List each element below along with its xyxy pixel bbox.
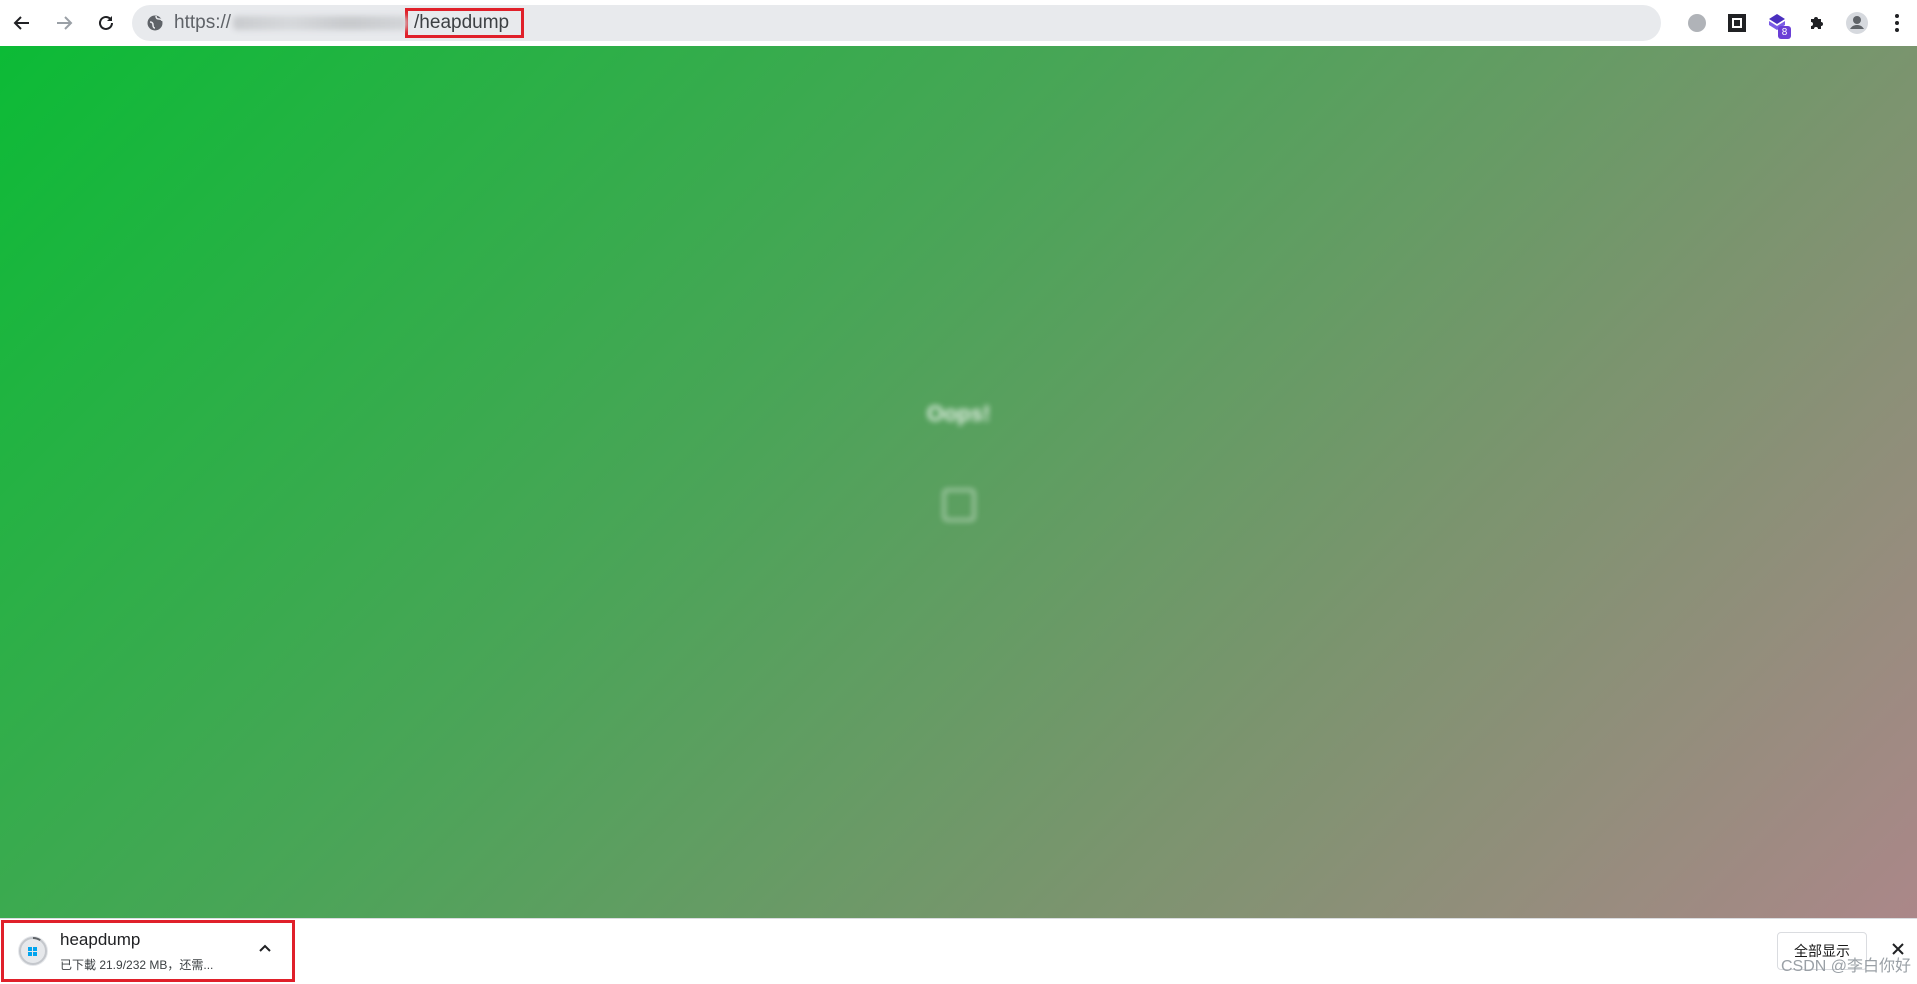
error-block: Oops! xyxy=(0,401,1917,526)
download-shelf: heapdump 已下載 21.9/232 MB，还需... 全部显示 CSDN… xyxy=(0,918,1917,984)
download-text: heapdump 已下載 21.9/232 MB，还需... xyxy=(60,930,213,973)
qr-square-icon xyxy=(1728,14,1746,32)
address-bar[interactable]: https:// /heapdump xyxy=(132,5,1661,41)
chevron-up-icon[interactable] xyxy=(258,943,272,953)
back-button[interactable] xyxy=(2,3,42,43)
profile-button[interactable] xyxy=(1837,3,1877,43)
extension-circle-button[interactable] xyxy=(1677,3,1717,43)
download-status: 已下載 21.9/232 MB，还需... xyxy=(60,957,214,972)
kebab-menu-icon xyxy=(1895,14,1899,32)
extensions-button[interactable] xyxy=(1797,3,1837,43)
download-file-name: heapdump xyxy=(60,929,141,949)
extension-hexagon-button[interactable]: 8 xyxy=(1757,3,1797,43)
reload-button[interactable] xyxy=(86,3,126,43)
download-item[interactable]: heapdump 已下載 21.9/232 MB，还需... xyxy=(1,920,295,982)
watermark-text: CSDN @李白你好 xyxy=(1780,958,1911,975)
circle-icon xyxy=(1688,14,1706,32)
download-progress-icon xyxy=(18,936,48,966)
globe-icon[interactable] xyxy=(146,14,164,32)
browser-toolbar: https:// /heapdump 8 xyxy=(0,0,1917,46)
return-home-button[interactable] xyxy=(942,489,975,521)
profile-icon xyxy=(1846,12,1868,34)
extension-qr-button[interactable] xyxy=(1717,3,1757,43)
url-scheme: https:// xyxy=(174,12,232,33)
puzzle-icon xyxy=(1811,17,1823,29)
page-content: Oops! xyxy=(0,46,1917,918)
error-title: Oops! xyxy=(926,401,991,426)
reload-icon xyxy=(99,15,113,30)
forward-button[interactable] xyxy=(44,3,84,43)
url-text[interactable]: https:// /heapdump xyxy=(174,8,525,38)
menu-button[interactable] xyxy=(1877,3,1917,43)
url-host-redacted xyxy=(233,16,408,30)
extension-badge: 8 xyxy=(1778,26,1791,39)
back-arrow-icon xyxy=(13,16,29,30)
url-path-highlight: /heapdump xyxy=(405,8,525,38)
toolbar-actions: 8 xyxy=(1677,0,1917,46)
forward-arrow-icon xyxy=(57,16,73,30)
